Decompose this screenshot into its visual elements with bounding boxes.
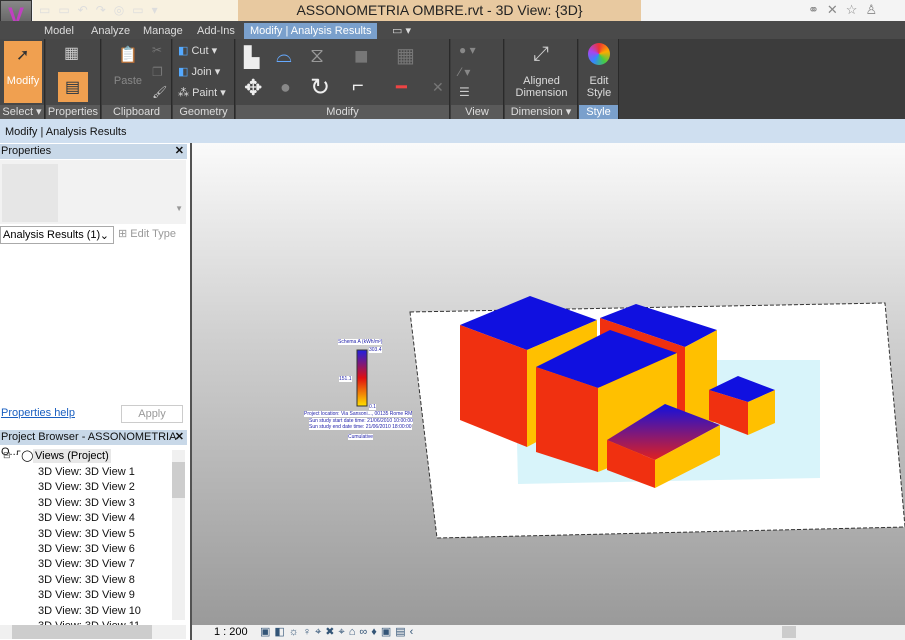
tree-root-views[interactable]: Views (Project) [33, 449, 111, 463]
type-properties-icon[interactable]: ▦ [64, 43, 79, 63]
browser-vscrollbar[interactable] [172, 450, 185, 620]
aligned-dimension-button[interactable]: ⤢ Aligned Dimension Dimension ▾ [505, 39, 578, 119]
legend-location: Project location: Via Sansoni..., 00135 … [304, 411, 413, 417]
window-title: ASSONOMETRIA OMBRE.rvt - 3D View: {3D} [238, 0, 641, 21]
paint-button[interactable]: ⁂ Paint ▾ [178, 87, 226, 99]
browser-item-view[interactable]: 3D View: 3D View 1 [38, 465, 135, 479]
legend-title: Schema A (kWh/m²) [338, 339, 383, 345]
properties-icon: ▤ [65, 79, 81, 96]
left-panels: Properties ✕ ▼ Analysis Results (1) ⌄ ⊞ Ed… [0, 143, 190, 640]
rotate-icon[interactable]: ↻ [310, 73, 330, 102]
browser-item-view[interactable]: 3D View: 3D View 2 [38, 480, 135, 494]
legend-mid: 151.1 [339, 376, 352, 382]
legend-scale-bar [356, 349, 368, 407]
modify-button[interactable]: ➚ Modify [4, 41, 42, 103]
scale-icon[interactable]: ■ [354, 43, 369, 71]
aligned-dimension-icon: ⤢ [533, 43, 549, 65]
edit-type-button[interactable]: ⊞ Edit Type [118, 227, 176, 240]
type-preview[interactable]: ▼ [0, 160, 186, 224]
move-icon[interactable]: ✥ [244, 75, 262, 101]
edit-style-icon [588, 43, 610, 65]
match-type-icon[interactable]: 🖌 [152, 85, 167, 99]
override-graphics-icon[interactable]: ● ▾ [459, 43, 476, 57]
tab-model[interactable]: Model [44, 23, 74, 39]
browser-item-view[interactable]: 3D View: 3D View 8 [38, 573, 135, 587]
legend-max: 303.4 [369, 347, 382, 353]
legend-end: Sun study end date time: 21/06/2010 18:0… [309, 424, 412, 430]
properties-help-link[interactable]: Properties help [1, 407, 75, 419]
tab-options-icon[interactable]: ▭ ▾ [392, 23, 411, 39]
browser-item-view[interactable]: 3D View: 3D View 3 [38, 496, 135, 510]
trim-icon[interactable]: ⌐ [352, 75, 364, 98]
dimension-dropdown[interactable]: Dimension ▾ [505, 105, 577, 119]
paste-button[interactable]: Paste [108, 75, 148, 87]
cut-clipboard-icon[interactable]: ✂ [152, 43, 162, 57]
cursor-icon: ➚ [16, 47, 30, 64]
properties-toggle-button[interactable]: ▤ [58, 72, 88, 102]
delete-icon[interactable]: ✕ [432, 79, 444, 96]
join-button[interactable]: ◧ Join ▾ [178, 66, 220, 78]
ribbon: ➚ Modify Select ▾ ▦ ▤ Properties 📋 Paste… [0, 39, 905, 119]
offset-icon[interactable]: ⌓ [276, 45, 292, 68]
apply-button[interactable]: Apply [121, 405, 183, 423]
view-scale[interactable]: 1 : 200 [214, 626, 248, 638]
3d-viewport[interactable]: Schema A (kWh/m²) 303.4 151.1 0.1 Projec… [192, 143, 905, 625]
tab-modify-analysis-results[interactable]: Modify | Analysis Results [244, 23, 378, 39]
copy-element-icon[interactable]: ● [280, 77, 291, 98]
ribbon-tabs: Model Analyze Manage Add-Ins Modify | An… [0, 21, 905, 39]
split-icon[interactable]: ━ [396, 77, 407, 98]
browser-item-view[interactable]: 3D View: 3D View 7 [38, 557, 135, 571]
quick-access-toolbar[interactable]: ▭▭↶↷◎▭▾ [33, 0, 238, 21]
linework-icon[interactable]: ⁄ ▾ [459, 65, 470, 79]
help-icons[interactable]: ⚭✕☆♙ [808, 2, 885, 18]
view-hscrollbar-thumb[interactable] [782, 626, 796, 638]
copy-icon[interactable]: ❐ [152, 65, 163, 79]
mirror-icon[interactable]: ⧖ [310, 45, 324, 68]
legend-mode: Cumulative [348, 434, 374, 440]
paste-icon: 📋 [118, 47, 138, 64]
analysis-model-canvas[interactable] [192, 143, 905, 625]
tab-analyze[interactable]: Analyze [91, 23, 130, 39]
browser-item-view[interactable]: 3D View: 3D View 10 [38, 604, 141, 618]
array-icon[interactable]: ▦ [396, 43, 415, 68]
project-browser-header: Project Browser - ASSONOMETRIA O... ✕ [0, 430, 187, 458]
instance-selector[interactable]: Analysis Results (1) ⌄ [0, 226, 114, 244]
thin-lines-icon[interactable]: ☰ [459, 85, 470, 99]
tab-add-ins[interactable]: Add-Ins [197, 23, 235, 39]
context-bar: Modify | Analysis Results [0, 119, 905, 143]
close-properties-icon[interactable]: ✕ [175, 144, 184, 159]
select-dropdown[interactable]: Select ▾ [0, 105, 44, 119]
chevron-down-icon: ▼ [175, 204, 183, 213]
tab-manage[interactable]: Manage [143, 23, 183, 39]
align-icon[interactable]: ▙ [244, 45, 259, 70]
view-control-icons[interactable]: ▣◧☼♀⌖✖⌖⌂∞♦▣▤‹ [260, 625, 417, 639]
browser-hscrollbar[interactable] [0, 625, 186, 639]
browser-item-view[interactable]: 3D View: 3D View 6 [38, 542, 135, 556]
cut-button[interactable]: ◧ Cut ▾ [178, 45, 217, 57]
properties-header: Properties ✕ [0, 144, 187, 159]
legend-min: 0.1 [369, 404, 376, 410]
close-browser-icon[interactable]: ✕ [175, 430, 184, 445]
type-image [2, 164, 58, 222]
browser-item-view[interactable]: 3D View: 3D View 4 [38, 511, 135, 525]
collapse-icon[interactable]: ⊟ [3, 450, 11, 461]
browser-item-view[interactable]: 3D View: 3D View 9 [38, 588, 135, 602]
edit-style-button[interactable]: Edit Style Style [579, 39, 619, 119]
view-control-bar: 1 : 200 ▣◧☼♀⌖✖⌖⌂∞♦▣▤‹ [192, 625, 905, 640]
browser-item-view[interactable]: 3D View: 3D View 5 [38, 527, 135, 541]
